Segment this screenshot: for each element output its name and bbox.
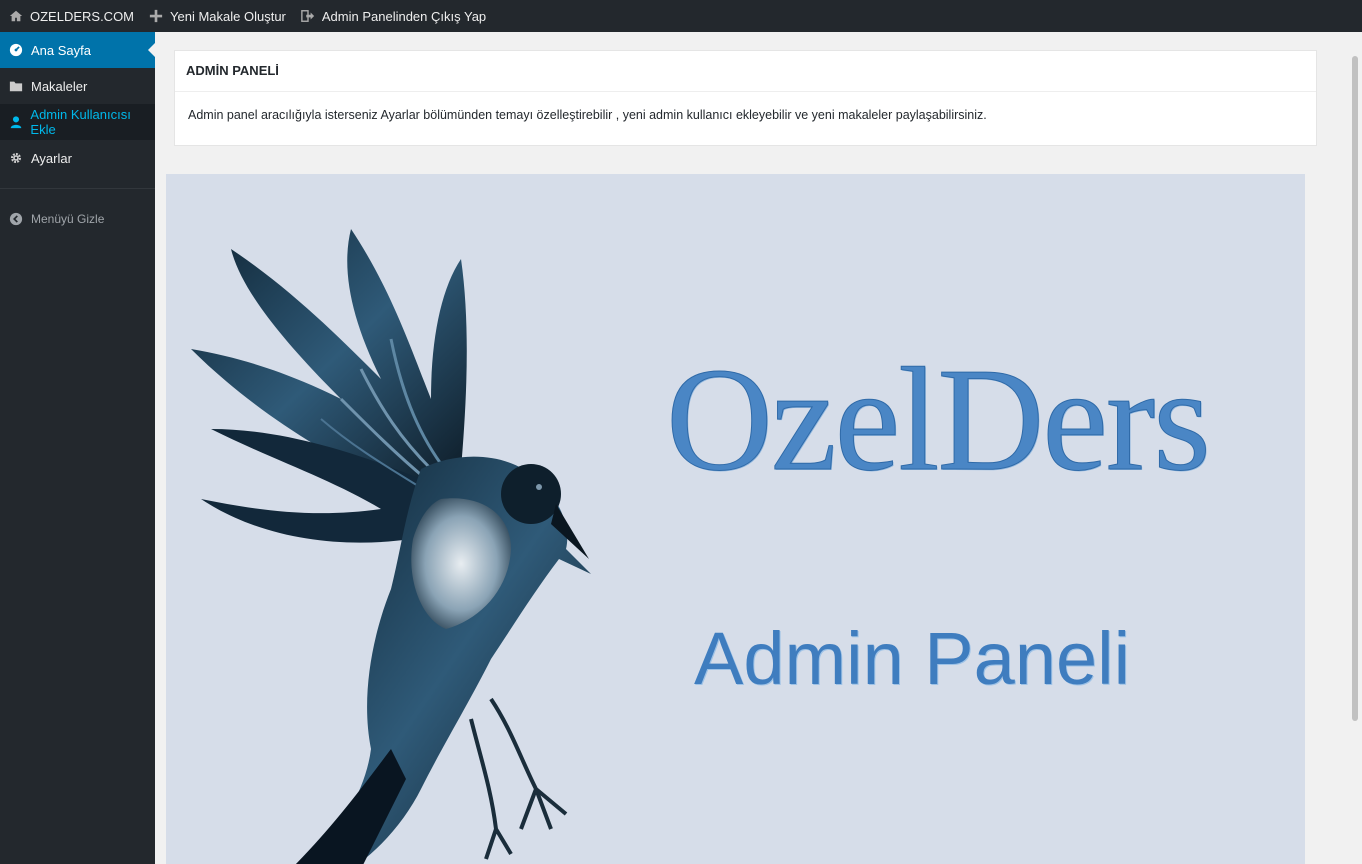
sidebar-item-label: Ayarlar (31, 150, 72, 166)
admin-panel-box: ADMİN PANELİ Admin panel aracılığıyla is… (174, 50, 1317, 146)
bird-illustration (191, 229, 591, 864)
new-article-link[interactable]: Yeni Makale Oluştur (148, 0, 286, 32)
home-icon (8, 8, 24, 24)
scrollbar-thumb[interactable] (1352, 56, 1358, 721)
logout-label: Admin Panelinden Çıkış Yap (321, 8, 487, 24)
arrow-left-circle-icon (8, 211, 24, 227)
folder-icon (8, 78, 24, 94)
page-scrollbar[interactable] (1338, 32, 1362, 864)
sidebar-divider (0, 188, 155, 189)
admin-top-bar: OZELDERS.COM Yeni Makale Oluştur Admin P… (0, 0, 1362, 32)
logout-link[interactable]: Admin Panelinden Çıkış Yap (300, 0, 486, 32)
new-article-label: Yeni Makale Oluştur (170, 8, 286, 24)
site-home-link[interactable]: OZELDERS.COM (8, 0, 134, 32)
sidebar-item-label: Ana Sayfa (31, 42, 91, 58)
sidebar-item-label: Admin Kullanıcısı Ekle (30, 107, 131, 137)
sidebar: Ana Sayfa Makaleler Admin Kullanıcısı Ek… (0, 32, 156, 864)
sidebar-item-ayarlar[interactable]: Ayarlar (0, 140, 155, 176)
panel-description: Admin panel aracılığıyla isterseniz Ayar… (188, 108, 987, 122)
collapse-menu-label: Menüyü Gizle (31, 212, 105, 226)
plus-icon (148, 8, 164, 24)
sign-out-icon (300, 8, 316, 24)
user-icon (8, 114, 23, 130)
sidebar-item-makaleler[interactable]: Makaleler (0, 68, 155, 104)
banner-title: OzelDers (666, 338, 1212, 502)
sidebar-item-ana-sayfa[interactable]: Ana Sayfa (0, 32, 156, 68)
welcome-banner: OzelDers Admin Paneli (166, 174, 1305, 864)
gear-icon (8, 150, 24, 166)
sidebar-item-label: Makaleler (31, 78, 88, 94)
sidebar-item-admin-kullanicisi-ekle[interactable]: Admin Kullanıcısı Ekle (0, 104, 155, 140)
site-name: OZELDERS.COM (30, 8, 135, 24)
dashboard-icon (8, 42, 24, 58)
panel-title: ADMİN PANELİ (175, 51, 1316, 92)
banner-subtitle: Admin Paneli (694, 617, 1131, 700)
collapse-menu-button[interactable]: Menüyü Gizle (0, 201, 155, 237)
main-content: ADMİN PANELİ Admin panel aracılığıyla is… (155, 32, 1338, 864)
